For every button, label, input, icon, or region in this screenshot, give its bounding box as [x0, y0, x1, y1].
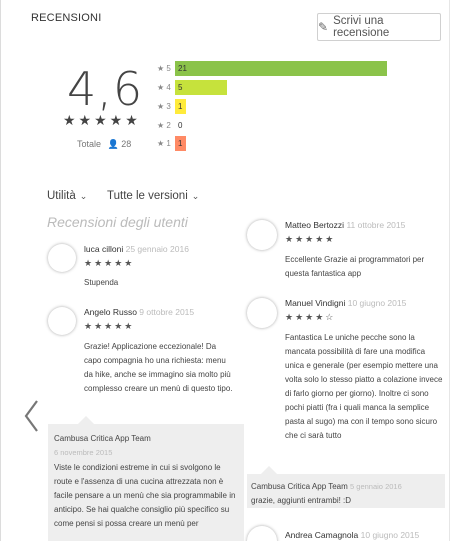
review-author-name: Angelo Russo [84, 307, 137, 317]
review-date: 11 ottobre 2015 [346, 220, 406, 230]
reply-arrow [261, 466, 277, 474]
review-date: 25 gennaio 2016 [125, 244, 189, 254]
histogram-row: ★ 5 21 [157, 61, 387, 76]
average-stars: ★★★★★ [63, 112, 141, 128]
review-author: luca cilloni 25 gennaio 2016 [84, 244, 189, 254]
histogram-row: ★ 3 1 [157, 99, 186, 114]
review-stars: ★★★★☆ [285, 312, 336, 322]
chevron-down-icon: ⌄ [191, 190, 200, 201]
avatar [247, 526, 277, 541]
total-count: 28 [121, 139, 132, 149]
review-author-name: luca cilloni [84, 244, 124, 254]
histogram-bar: 1 [175, 99, 186, 114]
histogram-label: ★ 1 [157, 139, 171, 148]
review-author-name: Matteo Bertozzi [285, 220, 345, 230]
review-author: Manuel Vindigni 10 giugno 2015 [285, 298, 406, 308]
review-date: 9 ottobre 2015 [139, 307, 195, 317]
avatar [247, 298, 277, 328]
review-author-name: Andrea Camagnola [285, 530, 359, 540]
average-rating: 4,6 [67, 62, 144, 116]
write-review-label: Scrivi una recensione [333, 15, 390, 39]
review-stars: ★★★★★ [285, 234, 336, 244]
section-title: RECENSIONI [31, 12, 102, 24]
review-author-name: Manuel Vindigni [285, 298, 346, 308]
sort-dropdown[interactable]: Utilità ⌄ [47, 190, 87, 202]
reply-author-name: Cambusa Critica App Team [251, 482, 348, 491]
person-icon: 👤 [107, 139, 119, 149]
pencil-icon: ✎ [318, 20, 329, 34]
histogram-bar: 0 [178, 121, 183, 130]
review-text: Stupenda [84, 278, 119, 287]
reply-author: Cambusa Critica App Team [54, 434, 151, 443]
review-author: Andrea Camagnola 10 giugno 2015 [285, 530, 419, 540]
reply-arrow [78, 416, 94, 424]
version-dropdown[interactable]: Tutte le versioni ⌄ [107, 190, 199, 202]
reviews-panel: RECENSIONI ✎ Scrivi una recensione 4,6 ★… [0, 0, 450, 541]
reviews-heading: Recensioni degli utenti [47, 214, 188, 230]
review-author: Angelo Russo 9 ottobre 2015 [84, 307, 194, 317]
total-ratings: Totale 👤 28 [77, 139, 131, 150]
developer-reply: Cambusa Critica App Team 6 novembre 2015… [48, 424, 244, 541]
sort-label: Utilità [47, 190, 76, 202]
version-label: Tutte le versioni [107, 190, 188, 202]
histogram-label: ★ 3 [157, 102, 171, 111]
reply-author: Cambusa Critica App Team 5 gennaio 2016 [251, 482, 402, 491]
total-label: Totale [77, 139, 102, 149]
review-date: 10 giugno 2015 [360, 530, 420, 540]
review-text: Eccellente Grazie ai programmatori per q… [285, 255, 425, 278]
review-stars: ★★★★★ [84, 258, 135, 268]
review-author: Matteo Bertozzi 11 ottobre 2015 [285, 220, 405, 230]
prev-page-button[interactable] [21, 398, 43, 434]
histogram-bar: 21 [175, 61, 387, 76]
developer-reply: Cambusa Critica App Team 5 gennaio 2016 … [247, 474, 445, 508]
avatar [48, 307, 76, 335]
histogram-row: ★ 2 0 [157, 118, 182, 133]
reply-text: grazie, aggiunti entrambi! :D [251, 496, 352, 505]
histogram-label: ★ 5 [157, 64, 171, 73]
reply-text: Viste le condizioni estreme in cui si sv… [54, 463, 236, 528]
write-review-button[interactable]: ✎ Scrivi una recensione [317, 13, 441, 41]
review-text: Grazie! Applicazione eccezionale! Da cap… [84, 342, 233, 393]
histogram-label: ★ 4 [157, 83, 171, 92]
review-text: Fantastica Le uniche pecche sono la manc… [285, 333, 443, 440]
reply-date: 6 novembre 2015 [54, 448, 113, 457]
chevron-left-icon [24, 400, 38, 432]
avatar [48, 244, 76, 272]
avatar [247, 220, 277, 250]
histogram-label: ★ 2 [157, 121, 171, 130]
reply-date: 5 gennaio 2016 [350, 482, 402, 491]
chevron-down-icon: ⌄ [79, 190, 88, 201]
histogram-row: ★ 1 1 [157, 136, 186, 151]
review-stars: ★★★★★ [84, 321, 135, 331]
histogram-bar: 1 [175, 136, 186, 151]
histogram-bar: 5 [175, 80, 227, 95]
histogram-row: ★ 4 5 [157, 80, 227, 95]
review-date: 10 giugno 2015 [347, 298, 407, 308]
